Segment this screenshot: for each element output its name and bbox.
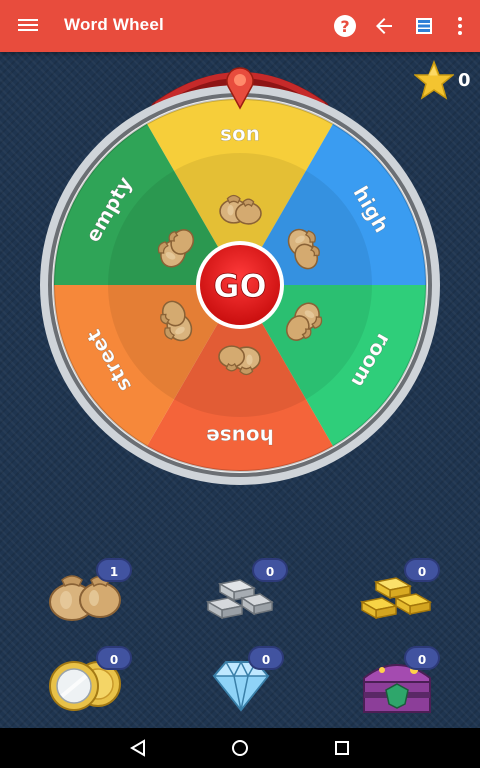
list-icon[interactable] [412,14,436,38]
count-badge: 0 [404,646,440,670]
go-button[interactable]: GO [196,241,284,329]
app-bar: Word Wheel ? [0,0,480,52]
app-title: Word Wheel [64,15,164,34]
count-badge: 0 [404,558,440,582]
more-vert-icon[interactable] [448,14,472,38]
inventory-money-bags[interactable]: 1 [42,558,132,628]
score-value: 0 [458,70,471,91]
star-icon [414,60,454,100]
help-circle-icon[interactable]: ? [334,15,356,37]
wheel-word-house: house [206,425,274,449]
inventory-coins[interactable]: 0 [42,646,132,718]
hamburger-menu-icon[interactable] [18,16,38,36]
word-wheel: son high room house street empty GO [0,52,480,512]
count-badge: 0 [248,646,284,670]
nav-back-icon[interactable] [126,736,150,760]
inventory-treasure-chest[interactable]: 0 [354,646,440,718]
wheel-word-son: son [220,122,260,146]
inventory-silver-bars[interactable]: 0 [198,558,288,628]
count-badge: 1 [96,558,132,582]
go-button-label: GO [213,267,266,305]
inventory-gold-bars[interactable]: 0 [354,558,440,628]
nav-home-icon[interactable] [228,736,252,760]
inventory-diamond[interactable]: 0 [198,646,284,718]
arrow-back-icon[interactable] [372,14,396,38]
count-badge: 0 [252,558,288,582]
system-nav-bar [0,728,480,768]
count-badge: 0 [96,646,132,670]
nav-recents-icon[interactable] [330,736,354,760]
